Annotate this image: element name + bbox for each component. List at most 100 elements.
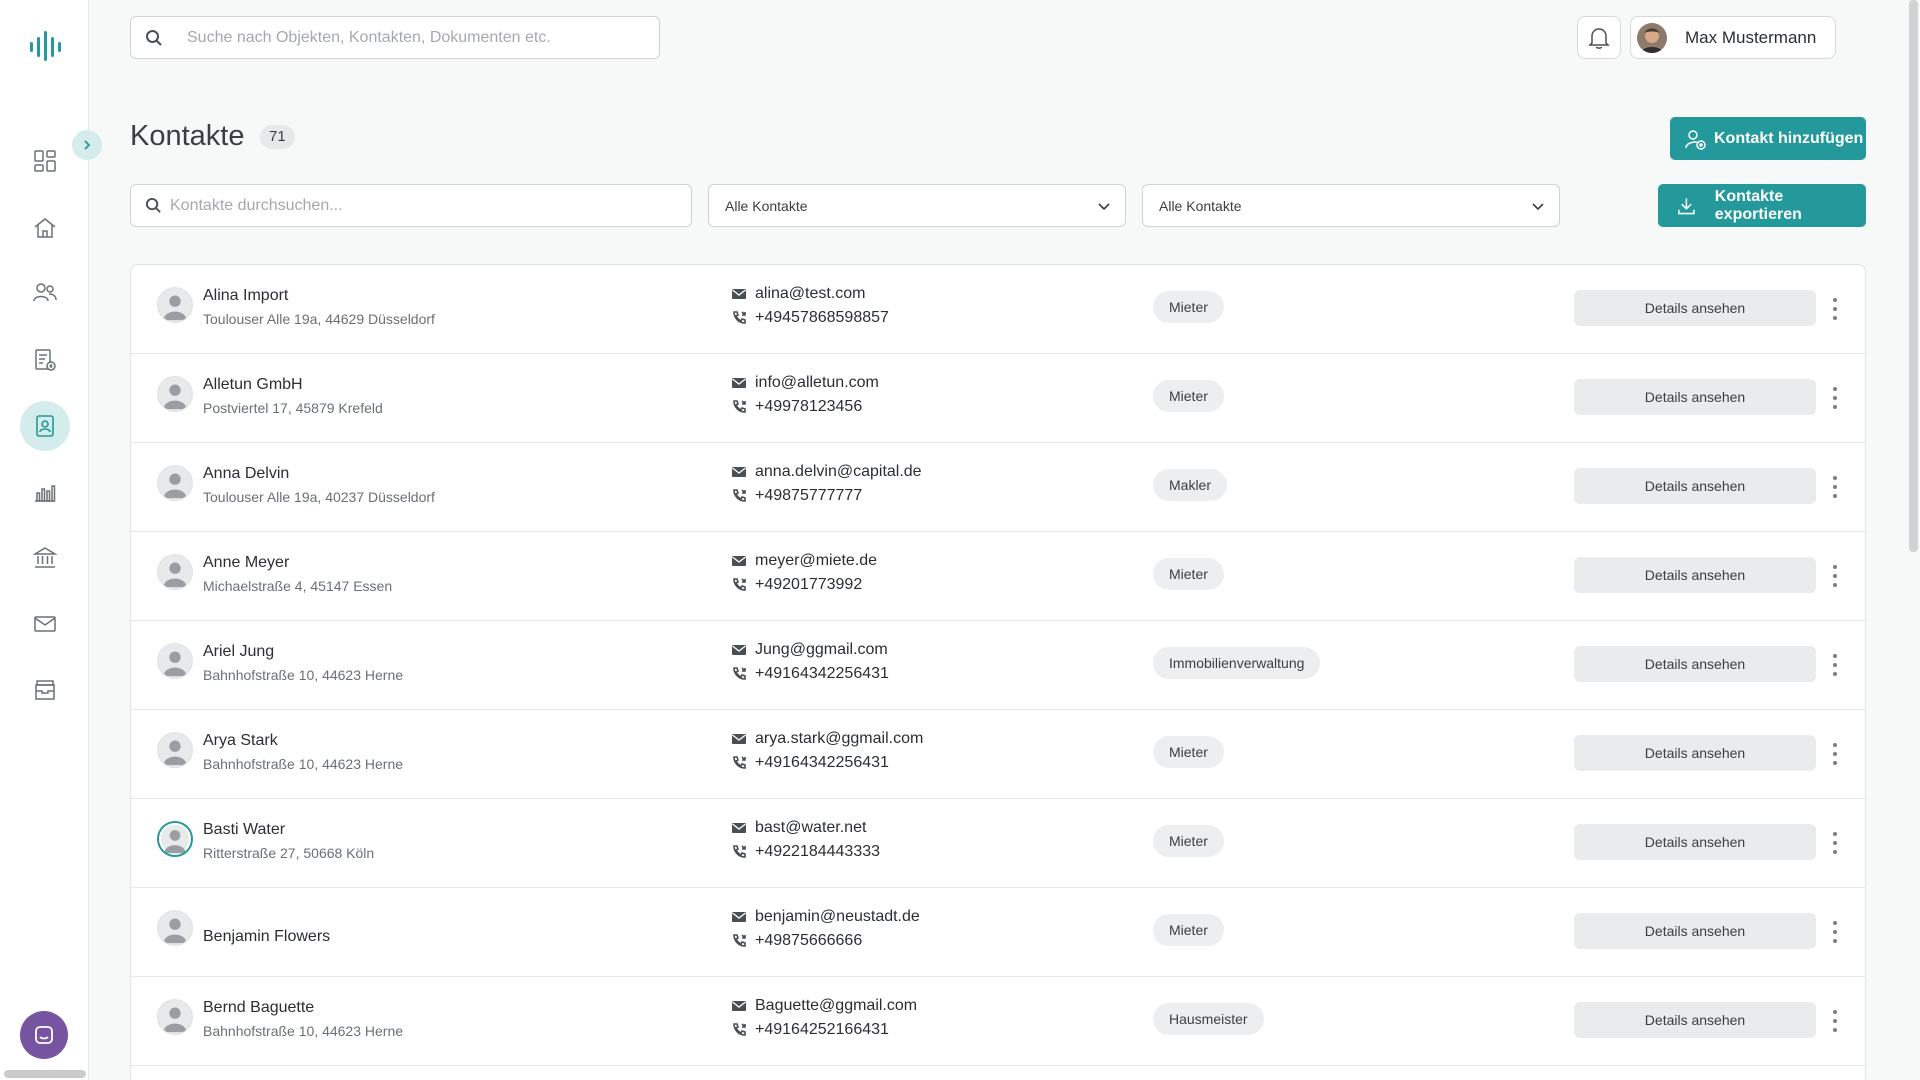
bell-icon <box>1588 27 1610 49</box>
contact-phone[interactable]: +49875666666 <box>755 932 862 950</box>
logo-icon <box>30 31 61 61</box>
horizontal-scrollbar[interactable] <box>4 1070 86 1078</box>
user-placeholder-icon <box>163 1007 187 1033</box>
sidebar-item-mail[interactable] <box>20 599 70 649</box>
contact-phone[interactable]: +49164252166431 <box>755 1021 889 1039</box>
contact-email[interactable]: benjamin@neustadt.de <box>755 908 920 926</box>
sidebar-item-home[interactable] <box>20 203 70 253</box>
contact-phone[interactable]: +4922184443333 <box>755 843 880 861</box>
contact-email[interactable]: info@alletun.com <box>755 374 879 392</box>
contact-avatar <box>157 376 193 412</box>
contact-email[interactable]: meyer@miete.de <box>755 552 877 570</box>
contact-email[interactable]: alina@test.com <box>755 285 866 303</box>
contact-address: Ritterstraße 27, 50668 Köln <box>203 845 375 861</box>
more-options-icon[interactable] <box>1829 829 1841 857</box>
sidebar-item-contacts[interactable] <box>20 401 70 451</box>
contact-phone[interactable]: +49457868598857 <box>755 309 889 327</box>
sidebar-item-dashboard[interactable] <box>20 136 70 186</box>
contact-row: Ariel Jung Bahnhofstraße 10, 44623 Herne… <box>131 621 1865 710</box>
contact-avatar <box>157 643 193 679</box>
contact-row: Alina Import Toulouser Alle 19a, 44629 D… <box>131 265 1865 354</box>
download-icon <box>1678 197 1695 214</box>
global-search-input[interactable] <box>187 28 627 47</box>
sidebar-item-archive[interactable] <box>20 665 70 715</box>
contact-avatar <box>157 554 193 590</box>
add-contact-label: Kontakt hinzufügen <box>1714 129 1864 147</box>
user-menu-button[interactable]: Max Mustermann <box>1630 16 1836 59</box>
view-details-button[interactable]: Details ansehen <box>1574 913 1816 949</box>
user-placeholder-icon <box>163 918 187 944</box>
contact-phone[interactable]: +49164342256431 <box>755 754 889 772</box>
contact-phone[interactable]: +49201773992 <box>755 576 862 594</box>
contact-email[interactable]: anna.delvin@capital.de <box>755 463 922 481</box>
contact-role-badge: Immobilienverwaltung <box>1153 647 1321 679</box>
contact-address: Michaelstraße 4, 45147 Essen <box>203 578 393 594</box>
contact-name[interactable]: Bernd Baguette <box>203 999 314 1017</box>
contact-email[interactable]: arya.stark@ggmail.com <box>755 730 923 748</box>
sidebar-item-users[interactable] <box>20 268 70 318</box>
contact-name[interactable]: Arya Stark <box>203 732 278 750</box>
contact-filter-select-1-value: Alle Kontakte <box>725 197 808 214</box>
more-options-icon[interactable] <box>1829 384 1841 412</box>
export-contacts-button[interactable]: Kontakte exportieren <box>1658 184 1866 227</box>
more-options-icon[interactable] <box>1829 473 1841 501</box>
add-user-icon <box>1685 129 1706 150</box>
contact-row: Arya Stark Bahnhofstraße 10, 44623 Herne… <box>131 710 1865 799</box>
contact-filter-select-2[interactable]: Alle Kontakte <box>1142 184 1560 227</box>
contact-name[interactable]: Basti Water <box>203 821 285 839</box>
contact-email[interactable]: bast@water.net <box>755 819 866 837</box>
view-details-button[interactable]: Details ansehen <box>1574 468 1816 504</box>
contact-search-input[interactable] <box>170 196 670 215</box>
contact-name[interactable]: Alina Import <box>203 287 288 305</box>
view-details-button[interactable]: Details ansehen <box>1574 735 1816 771</box>
view-details-button[interactable]: Details ansehen <box>1574 646 1816 682</box>
chat-button[interactable] <box>20 1011 68 1059</box>
contact-row: Alletun GmbH Postviertel 17, 45879 Krefe… <box>131 354 1865 443</box>
chart-icon <box>35 485 56 502</box>
contact-role-badge: Mieter <box>1153 825 1224 857</box>
add-contact-button[interactable]: Kontakt hinzufügen <box>1670 117 1866 160</box>
contact-address: Bahnhofstraße 10, 44623 Herne <box>203 667 404 683</box>
more-options-icon[interactable] <box>1829 651 1841 679</box>
more-options-icon[interactable] <box>1829 918 1841 946</box>
contact-phone[interactable]: +49164342256431 <box>755 665 889 683</box>
mail-icon <box>732 1001 746 1011</box>
contact-role-badge: Hausmeister <box>1153 1003 1264 1035</box>
sidebar-item-bank[interactable] <box>20 533 70 583</box>
more-options-icon[interactable] <box>1829 295 1841 323</box>
contact-filter-select-1[interactable]: Alle Kontakte <box>708 184 1126 227</box>
documents-icon <box>35 349 56 371</box>
phone-icon <box>733 756 746 769</box>
contact-phone[interactable]: +49875777777 <box>755 487 862 505</box>
contact-email[interactable]: Baguette@ggmail.com <box>755 997 917 1015</box>
export-contacts-label: Kontakte exportieren <box>1714 187 1802 223</box>
contact-role-badge: Makler <box>1153 469 1228 501</box>
more-options-icon[interactable] <box>1829 740 1841 768</box>
contact-name[interactable]: Benjamin Flowers <box>203 928 330 946</box>
sidebar-expand-button[interactable] <box>72 130 102 160</box>
chevron-right-icon <box>84 140 91 150</box>
contact-address: Toulouser Alle 19a, 40237 Düsseldorf <box>203 489 435 505</box>
view-details-button[interactable]: Details ansehen <box>1574 557 1816 593</box>
view-details-button[interactable]: Details ansehen <box>1574 824 1816 860</box>
contact-search <box>130 184 692 227</box>
contact-name[interactable]: Anna Delvin <box>203 465 289 483</box>
contact-avatar <box>157 287 193 323</box>
phone-icon <box>733 400 746 413</box>
contact-address: Bahnhofstraße 10, 44623 Herne <box>203 756 404 772</box>
vertical-scrollbar[interactable] <box>1909 0 1918 552</box>
view-details-button[interactable]: Details ansehen <box>1574 290 1816 326</box>
contact-phone[interactable]: +49978123456 <box>755 398 862 416</box>
contact-email[interactable]: Jung@ggmail.com <box>755 641 888 659</box>
more-options-icon[interactable] <box>1829 562 1841 590</box>
contact-name[interactable]: Ariel Jung <box>203 643 274 661</box>
more-options-icon[interactable] <box>1829 1007 1841 1035</box>
user-placeholder-icon <box>163 740 187 766</box>
view-details-button[interactable]: Details ansehen <box>1574 1002 1816 1038</box>
notifications-button[interactable] <box>1577 16 1621 59</box>
sidebar-item-documents[interactable] <box>20 335 70 385</box>
contact-name[interactable]: Alletun GmbH <box>203 376 303 394</box>
view-details-button[interactable]: Details ansehen <box>1574 379 1816 415</box>
sidebar-item-statistics[interactable] <box>20 467 70 517</box>
contact-name[interactable]: Anne Meyer <box>203 554 289 572</box>
